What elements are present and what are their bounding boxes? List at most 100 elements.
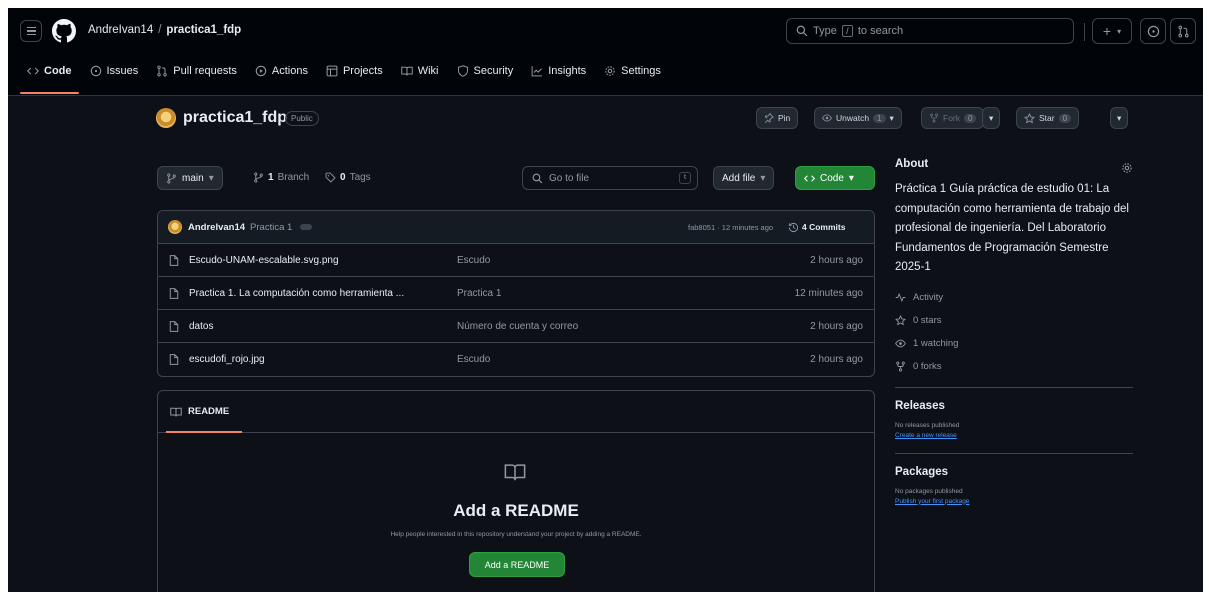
tab-actions[interactable]: Actions (248, 62, 315, 80)
star-icon (1024, 112, 1035, 123)
create-new-button[interactable]: + ▾ (1092, 18, 1132, 44)
pin-icon (764, 113, 774, 123)
file-commit-message[interactable]: Número de cuenta y correo (457, 321, 578, 332)
watching-label: 1 watching (913, 337, 959, 349)
tab-code[interactable]: Code (20, 62, 79, 94)
breadcrumb-repo[interactable]: practica1_fdp (166, 24, 241, 36)
unwatch-button[interactable]: Unwatch 1 ▾ (814, 107, 902, 129)
commits-count: 4 Commits (802, 222, 846, 232)
code-button[interactable]: Code ▾ (795, 166, 875, 190)
create-release-link[interactable]: Create a new release (895, 432, 1133, 439)
graph-icon (531, 66, 543, 77)
chevron-down-icon: ▾ (848, 172, 854, 184)
gear-icon (605, 66, 615, 76)
stars-link[interactable]: 0 stars (895, 309, 1133, 332)
file-commit-message[interactable]: Escudo (457, 354, 490, 365)
file-date: 2 hours ago (810, 254, 863, 266)
tab-settings[interactable]: Settings (597, 62, 668, 80)
app-frame: AndreIvan14 / practica1_fdp Type / to se… (8, 8, 1203, 592)
file-name[interactable]: Practica 1. La computación como herramie… (189, 288, 404, 299)
tab-label: Security (473, 65, 514, 77)
repo-nav: Code Issues Pull requests Actions Projec… (20, 62, 672, 94)
gear-icon[interactable] (1121, 162, 1133, 174)
git-branch-icon (167, 173, 176, 183)
search-input[interactable]: Type / to search (786, 18, 1074, 44)
commits-link[interactable]: 4 Commits (788, 222, 845, 233)
file-date: 2 hours ago (810, 320, 863, 332)
file-name[interactable]: Escudo-UNAM-escalable.svg.png (189, 255, 339, 266)
avatar[interactable] (156, 108, 176, 128)
go-to-file-shortcut: t (679, 172, 691, 184)
readme-tab-label: README (188, 406, 230, 417)
table-row[interactable]: Escudo-UNAM-escalable.svg.png Escudo 2 h… (158, 244, 874, 277)
watching-link[interactable]: 1 watching (895, 332, 1133, 355)
tag-word: Tags (349, 172, 371, 183)
git-pull-request-icon (1177, 25, 1189, 37)
table-row[interactable]: escudofi_rojo.jpg Escudo 2 hours ago (158, 343, 874, 376)
fork-button[interactable]: Fork 0 (921, 107, 985, 129)
file-name[interactable]: datos (189, 321, 213, 332)
branch-selector[interactable]: main ▾ (157, 166, 223, 190)
star-button[interactable]: Star 0 (1016, 107, 1080, 129)
releases-empty: No releases published (895, 421, 960, 429)
file-commit-message[interactable]: Escudo (457, 255, 490, 266)
commit-details-toggle[interactable] (300, 224, 313, 230)
file-name[interactable]: escudofi_rojo.jpg (189, 354, 265, 365)
pull-requests-shortcut-button[interactable] (1170, 18, 1196, 44)
activity-link[interactable]: Activity (895, 286, 1133, 309)
search-placeholder-pre: Type (813, 25, 837, 37)
go-to-file-placeholder: Go to file (549, 172, 590, 184)
table-row[interactable]: datos Número de cuenta y correo 2 hours … (158, 310, 874, 343)
star-dropdown-button[interactable]: ▾ (1110, 107, 1129, 129)
file-icon (169, 320, 179, 332)
forks-label: 0 forks (913, 360, 942, 372)
publish-package-link[interactable]: Publish your first package (895, 498, 1133, 505)
commit-message[interactable]: Practica 1 (250, 222, 292, 233)
pin-button[interactable]: Pin (756, 107, 799, 129)
table-row[interactable]: Practica 1. La computación como herramie… (158, 277, 874, 310)
avatar[interactable] (168, 220, 182, 234)
menu-button[interactable] (20, 20, 42, 42)
play-icon (255, 65, 267, 77)
forks-link[interactable]: 0 forks (895, 355, 1133, 378)
tab-label: Code (44, 65, 72, 77)
file-icon (169, 254, 179, 266)
branch-word: Branch (277, 172, 310, 183)
issues-shortcut-button[interactable] (1140, 18, 1166, 44)
issue-opened-icon (90, 65, 101, 77)
readme-description: Help people interested in this repositor… (390, 531, 642, 538)
page-title[interactable]: practica1_fdp (183, 109, 287, 127)
file-table: AndreIvan14 Practica 1 fab8051 · 12 minu… (157, 210, 875, 377)
tab-label: Pull requests (173, 65, 237, 77)
search-icon (532, 173, 543, 183)
fork-dropdown-button[interactable]: ▾ (982, 107, 1001, 129)
chevron-down-icon: ▾ (889, 112, 894, 123)
readme-tab[interactable]: README (158, 391, 874, 433)
table-icon (326, 65, 338, 77)
tab-projects[interactable]: Projects (319, 62, 390, 80)
tab-wiki[interactable]: Wiki (394, 62, 446, 80)
branches-link[interactable]: 1 Branch (253, 172, 309, 183)
add-readme-button[interactable]: Add a README (469, 552, 565, 577)
go-to-file-input[interactable]: Go to file t (522, 166, 698, 190)
search-placeholder-post: to search (857, 25, 904, 37)
breadcrumb-owner[interactable]: AndreIvan14 (88, 24, 153, 36)
tags-link[interactable]: 0 Tags (325, 172, 371, 183)
tab-security[interactable]: Security (450, 62, 521, 80)
tab-issues[interactable]: Issues (83, 62, 146, 80)
eye-icon (895, 339, 906, 347)
commit-sha-time[interactable]: fab8051 · 12 minutes ago (688, 223, 773, 232)
file-commit-message[interactable]: Practica 1 (457, 288, 501, 299)
code-icon (27, 67, 39, 75)
tab-label: Settings (621, 65, 661, 77)
git-pull-request-icon (157, 65, 167, 77)
packages-heading[interactable]: Packages (895, 466, 1133, 478)
tab-insights[interactable]: Insights (524, 62, 593, 80)
tab-pull-requests[interactable]: Pull requests (149, 62, 244, 80)
commit-author[interactable]: AndreIvan14 (188, 222, 245, 233)
github-logo-icon[interactable] (52, 19, 76, 43)
code-label: Code (820, 172, 844, 184)
add-file-button[interactable]: Add file ▾ (713, 166, 775, 190)
pin-label: Pin (778, 113, 791, 123)
releases-heading[interactable]: Releases (895, 400, 1133, 412)
